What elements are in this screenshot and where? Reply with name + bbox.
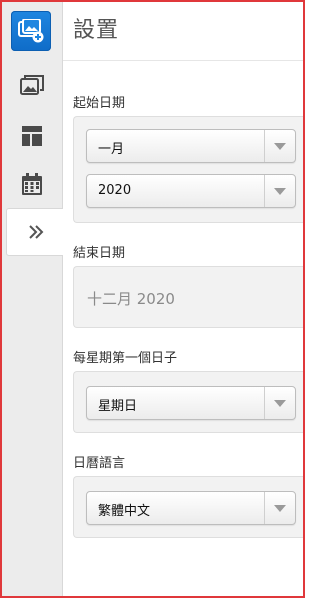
page-title: 設置	[73, 18, 120, 43]
language-label: 日曆語言	[73, 456, 126, 471]
language-panel: 繁體中文	[73, 476, 303, 538]
photo-gallery-icon	[20, 75, 44, 95]
sidebar-item-settings[interactable]	[6, 208, 65, 256]
first-day-value: 星期日	[98, 399, 138, 414]
app-add-photo-icon	[18, 19, 44, 43]
app-frame: 設置 起始日期 一月 2020 結束日期 十二月 2020 每星期第一個日子 星…	[0, 0, 305, 598]
start-month-select[interactable]: 一月	[86, 129, 296, 163]
end-date-label: 結束日期	[73, 246, 126, 261]
first-day-label: 每星期第一個日子	[73, 351, 178, 366]
language-select[interactable]: 繁體中文	[86, 491, 296, 525]
chevron-down-icon	[274, 399, 286, 407]
start-month-dropdown-button[interactable]	[264, 130, 295, 162]
first-day-dropdown-button[interactable]	[264, 387, 295, 419]
chevron-down-icon	[274, 142, 286, 150]
start-year-select[interactable]: 2020	[86, 174, 296, 208]
start-month-value: 一月	[98, 142, 125, 157]
sidebar-item-photos[interactable]	[2, 66, 62, 106]
first-day-select[interactable]: 星期日	[86, 386, 296, 420]
language-dropdown-button[interactable]	[264, 492, 295, 524]
language-value: 繁體中文	[98, 504, 151, 519]
double-chevron-right-icon	[29, 225, 44, 239]
sidebar-item-calendar[interactable]	[2, 164, 62, 204]
chevron-down-icon	[274, 187, 286, 195]
start-year-value: 2020	[98, 183, 132, 198]
end-date-value: 十二月 2020	[87, 290, 175, 308]
sidebar	[2, 2, 65, 596]
chevron-down-icon	[274, 504, 286, 512]
settings-panel: 設置 起始日期 一月 2020 結束日期 十二月 2020 每星期第一個日子 星…	[63, 2, 303, 596]
start-date-label: 起始日期	[73, 96, 126, 111]
layout-icon	[22, 126, 42, 146]
first-day-panel: 星期日	[73, 371, 303, 433]
start-date-panel: 一月 2020	[73, 116, 303, 223]
title-bar: 設置	[63, 2, 303, 61]
app-add-photo-button[interactable]	[11, 11, 51, 51]
end-date-panel: 十二月 2020	[73, 266, 303, 328]
sidebar-item-layout[interactable]	[2, 116, 62, 156]
calendar-icon	[22, 173, 42, 195]
start-year-dropdown-button[interactable]	[264, 175, 295, 207]
